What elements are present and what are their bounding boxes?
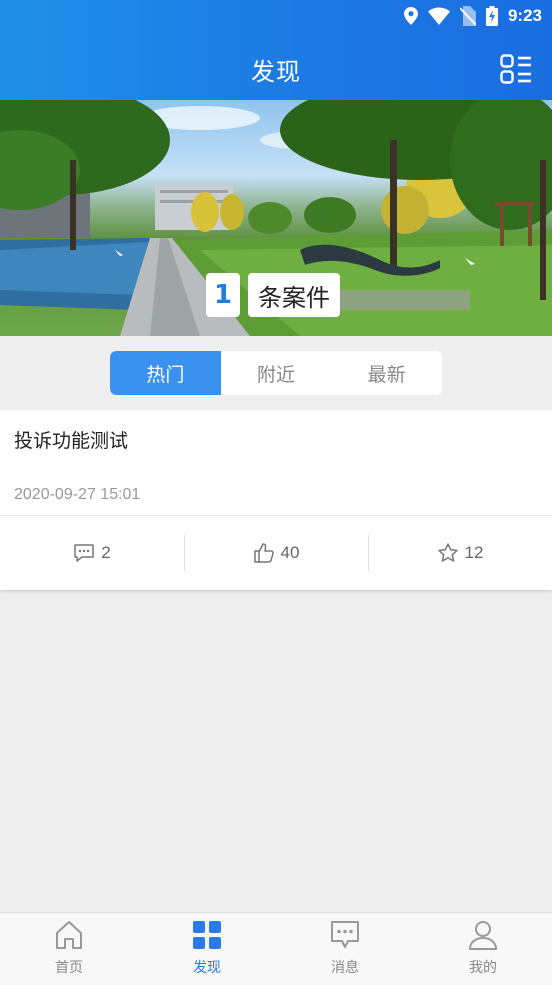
nav-label-messages: 消息 [331, 960, 359, 976]
tab-latest[interactable]: 最新 [331, 351, 442, 395]
case-actions: 2 40 12 [0, 516, 552, 590]
list-menu-icon [500, 54, 531, 84]
location-icon [403, 7, 418, 25]
battery-charging-icon [485, 6, 498, 26]
home-icon [56, 921, 82, 949]
nav-label-home: 首页 [55, 960, 83, 976]
page-title: 发现 [251, 58, 301, 86]
comment-count: 2 [101, 543, 111, 562]
nav-label-discover: 发现 [193, 960, 221, 976]
nav-item-me[interactable]: 我的 [414, 913, 552, 985]
tab-hot[interactable]: 热门 [110, 351, 221, 395]
grid-icon [193, 921, 221, 949]
user-icon [469, 921, 497, 950]
tab-nearby[interactable]: 附近 [221, 351, 332, 395]
case-title: 投诉功能测试 [14, 430, 129, 452]
favorite-count: 12 [464, 543, 484, 562]
nav-label-me: 我的 [469, 960, 497, 976]
status-time: 9:23 [507, 6, 542, 25]
like-count: 40 [280, 543, 300, 562]
app-header: 9:23 发现 [0, 0, 552, 100]
case-count-label: 条案件 [248, 273, 340, 317]
comment-button[interactable]: 2 [0, 516, 184, 590]
case-count-badge: 1 条案件 [206, 273, 340, 317]
case-count-number: 1 [206, 273, 240, 317]
nav-item-discover[interactable]: 发现 [138, 913, 276, 985]
message-icon [331, 921, 359, 948]
no-sim-icon [459, 6, 476, 26]
status-bar: 9:23 [0, 0, 552, 32]
comment-icon [74, 544, 95, 562]
bottom-nav: 首页 发现 消息 我的 [0, 912, 552, 985]
like-button[interactable]: 40 [184, 516, 368, 590]
nav-item-home[interactable]: 首页 [0, 913, 138, 985]
star-icon [437, 543, 458, 562]
list-menu-button[interactable] [500, 54, 532, 86]
favorite-button[interactable]: 12 [368, 516, 552, 590]
wifi-icon [427, 7, 450, 25]
nav-item-messages[interactable]: 消息 [276, 913, 414, 985]
case-card[interactable]: 投诉功能测试 2020-09-27 15:01 2 40 12 [0, 410, 552, 590]
thumbs-up-icon [253, 543, 274, 563]
filter-tabs: 热门 附近 最新 [110, 351, 442, 395]
case-date: 2020-09-27 15:01 [14, 486, 141, 503]
